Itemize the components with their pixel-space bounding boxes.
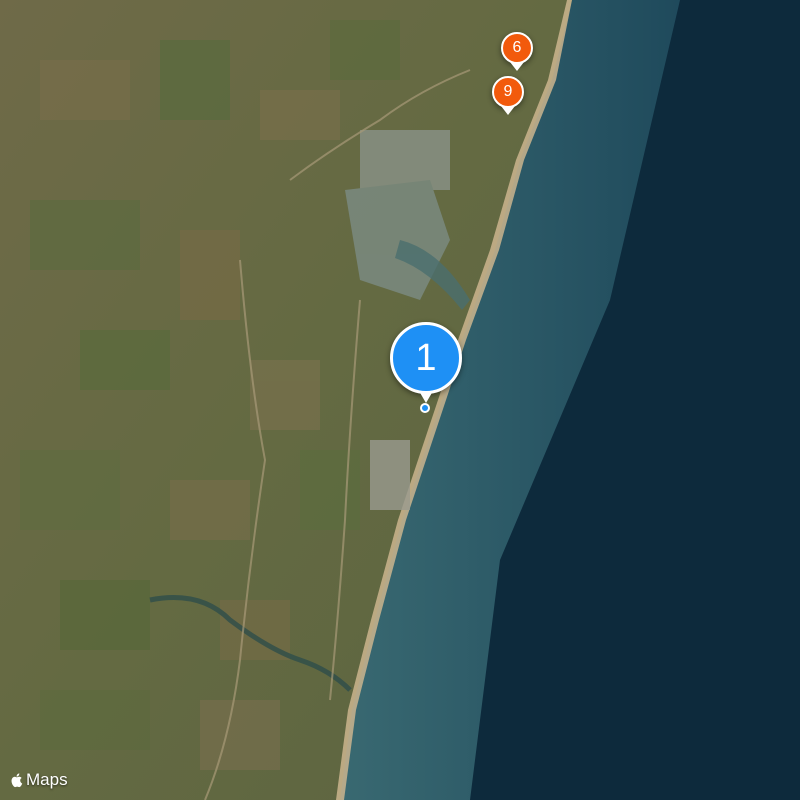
pin-pointer xyxy=(419,391,433,403)
maps-attribution[interactable]: Maps xyxy=(10,770,68,790)
location-dot xyxy=(420,403,430,413)
cluster-pin-badge: 9 xyxy=(492,76,524,108)
selected-pin-badge: 1 xyxy=(390,322,462,394)
map-view[interactable]: 6 9 1 Maps xyxy=(0,0,800,800)
apple-logo-icon xyxy=(11,773,23,788)
pin-pointer xyxy=(501,106,515,115)
attribution-text: Maps xyxy=(26,770,68,789)
cluster-pin-badge: 6 xyxy=(501,32,533,64)
pin-pointer xyxy=(510,62,524,71)
cluster-pin-6[interactable]: 6 xyxy=(499,32,535,78)
cluster-pin-9[interactable]: 9 xyxy=(490,76,526,122)
selected-pin-1[interactable]: 1 xyxy=(388,322,464,414)
